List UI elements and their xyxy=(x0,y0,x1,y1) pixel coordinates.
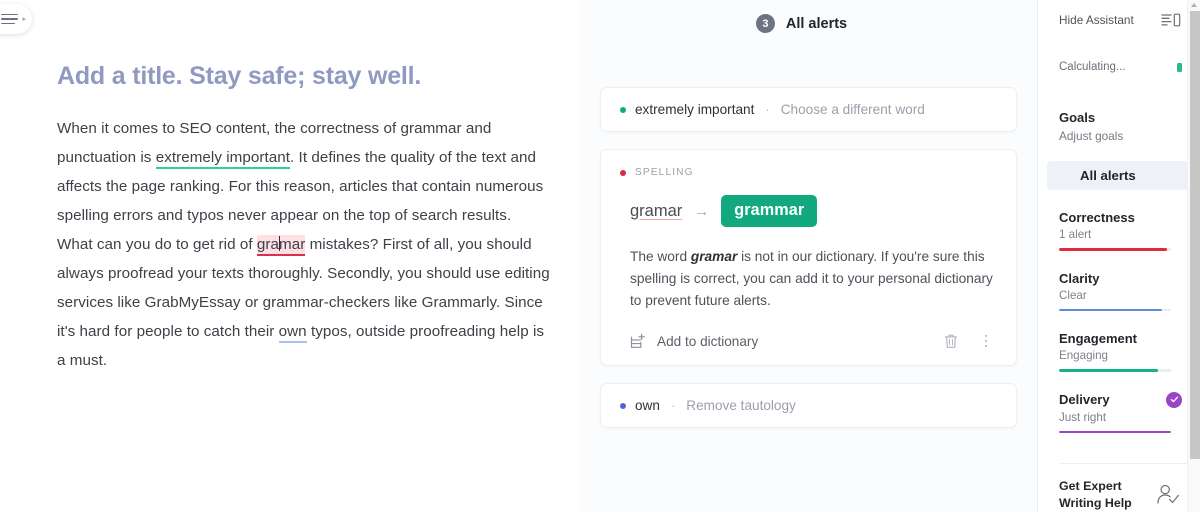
suggestion-own[interactable]: own xyxy=(278,323,307,343)
metric-header: Delivery xyxy=(1059,391,1182,408)
metric-progress-fill xyxy=(1059,308,1163,312)
sidebar-toggle-button[interactable]: ▸ xyxy=(0,4,32,34)
alerts-count-badge: 3 xyxy=(755,14,775,33)
grammarly-editor-app: ▸ Add a title. Stay safe; stay well. Whe… xyxy=(0,0,1200,512)
metric-progress-track xyxy=(1059,430,1171,434)
alert-card-footer: Add to dictionary xyxy=(630,330,997,352)
expert-help-line-2: Writing Help xyxy=(1059,496,1132,510)
apply-suggestion-button[interactable]: grammar xyxy=(721,195,818,227)
metric-progress-track xyxy=(1059,308,1171,312)
calculating-label: Calculating... xyxy=(1059,61,1126,73)
alert-card-spelling-expanded[interactable]: SPELLING gramar → grammar The word grama… xyxy=(600,149,1017,366)
paragraph-1[interactable]: When it comes to SEO content, the correc… xyxy=(57,114,552,230)
alert-separator: · xyxy=(765,102,770,117)
error-text-before: gra xyxy=(256,236,280,253)
page-scrollbar[interactable] xyxy=(1187,0,1200,512)
goals-title: Goals xyxy=(1059,110,1096,125)
adjust-goals-link[interactable]: Adjust goals xyxy=(1059,129,1200,143)
error-text-after: mar xyxy=(279,236,306,253)
suggestion-row: gramar → grammar xyxy=(630,195,997,227)
kebab-menu-icon[interactable] xyxy=(979,334,993,348)
document-editor[interactable]: Add a title. Stay safe; stay well. When … xyxy=(0,0,580,512)
metric-clarity[interactable]: Clarity Clear xyxy=(1059,271,1200,312)
expert-help-label: Get Expert Writing Help xyxy=(1059,478,1132,512)
alert-card-actions xyxy=(943,333,997,350)
metric-progress-fill xyxy=(1059,369,1158,372)
alert-action-label: Remove tautology xyxy=(686,398,796,413)
alert-card-extremely-important[interactable]: extremely important · Choose a different… xyxy=(600,87,1017,132)
sidebar-tab-label: All alerts xyxy=(1080,168,1136,183)
metric-delivery[interactable]: Delivery Just right xyxy=(1059,391,1200,434)
explain-text-a: The word xyxy=(630,249,691,264)
goals-section[interactable]: Goals Adjust goals xyxy=(1059,110,1200,143)
metric-correctness[interactable]: Correctness 1 alert xyxy=(1059,210,1200,251)
alert-action-label: Choose a different word xyxy=(780,102,925,117)
add-to-dictionary-icon xyxy=(630,333,646,350)
explain-bold-word: gramar xyxy=(690,249,738,264)
p2-text-a: What can you do to get rid of xyxy=(57,236,257,253)
metric-name: Correctness xyxy=(1059,210,1135,225)
alert-type-dot-red xyxy=(620,169,626,176)
expert-help-line-1: Get Expert xyxy=(1059,479,1122,493)
alert-explanation: The word gramar is not in our dictionary… xyxy=(630,246,997,312)
document-body[interactable]: When it comes to SEO content, the correc… xyxy=(57,114,552,375)
alert-type-dot-green xyxy=(620,106,626,113)
scroll-up-arrow-icon[interactable] xyxy=(1191,3,1197,7)
metric-name: Engagement xyxy=(1059,331,1138,347)
metric-progress-track xyxy=(1059,248,1171,251)
get-expert-writing-help-button[interactable]: Get Expert Writing Help xyxy=(1059,463,1200,512)
assistant-sidebar: Hide Assistant Calculating... Goals Adju… xyxy=(1037,0,1200,512)
chevron-right-icon: ▸ xyxy=(22,15,26,23)
metric-header: Correctness xyxy=(1059,210,1182,225)
alert-separator: · xyxy=(670,398,676,413)
alert-card-own[interactable]: own · Remove tautology xyxy=(600,383,1017,428)
arrow-right-icon: → xyxy=(694,202,710,220)
paragraph-2[interactable]: What can you do to get rid of gramar mis… xyxy=(57,230,552,375)
calculating-indicator-icon xyxy=(1177,62,1182,72)
alert-word: extremely important xyxy=(635,102,755,117)
alert-type-dot-blue xyxy=(620,402,626,409)
metric-value: Engaging xyxy=(1059,349,1108,363)
alert-word: own xyxy=(635,398,660,413)
metric-header: Engagement xyxy=(1059,331,1182,346)
hide-assistant-label: Hide Assistant xyxy=(1059,13,1134,27)
delivery-check-badge xyxy=(1166,391,1182,408)
scrollbar-thumb[interactable] xyxy=(1189,11,1200,459)
alerts-header: 3 All alerts xyxy=(566,14,1037,33)
metric-progress-track xyxy=(1059,369,1171,372)
alert-card-list: extremely important · Choose a different… xyxy=(580,87,1037,428)
metric-value: Just right xyxy=(1059,410,1107,424)
hide-assistant-button[interactable]: Hide Assistant xyxy=(1059,13,1200,27)
metric-engagement[interactable]: Engagement Engaging xyxy=(1059,331,1200,372)
metric-progress-fill xyxy=(1059,248,1167,251)
sidebar-tab-all-alerts[interactable]: All alerts xyxy=(1047,161,1199,190)
trash-icon[interactable] xyxy=(943,333,959,350)
metric-progress-fill xyxy=(1059,430,1171,434)
original-word: gramar xyxy=(630,201,683,220)
alert-category-row: SPELLING xyxy=(620,167,997,178)
alerts-header-label: All alerts xyxy=(785,15,848,32)
metric-name: Clarity xyxy=(1059,270,1100,286)
spelling-error-gramar[interactable]: gramar xyxy=(256,235,306,256)
hamburger-menu-icon xyxy=(1,13,19,25)
metric-header: Clarity xyxy=(1059,271,1182,286)
metric-name: Delivery xyxy=(1059,392,1110,408)
metric-value: Clear xyxy=(1059,288,1087,302)
document-title[interactable]: Add a title. Stay safe; stay well. xyxy=(57,62,580,91)
alert-category-label: SPELLING xyxy=(635,167,694,178)
suggestion-extremely-important[interactable]: extremely important xyxy=(155,149,291,169)
add-to-dictionary-label: Add to dictionary xyxy=(657,333,759,349)
metric-value: 1 alert xyxy=(1059,228,1092,241)
add-to-dictionary-button[interactable]: Add to dictionary xyxy=(630,333,758,350)
alerts-panel: 3 All alerts extremely important · Choos… xyxy=(580,0,1037,512)
calculating-status: Calculating... xyxy=(1059,61,1200,73)
